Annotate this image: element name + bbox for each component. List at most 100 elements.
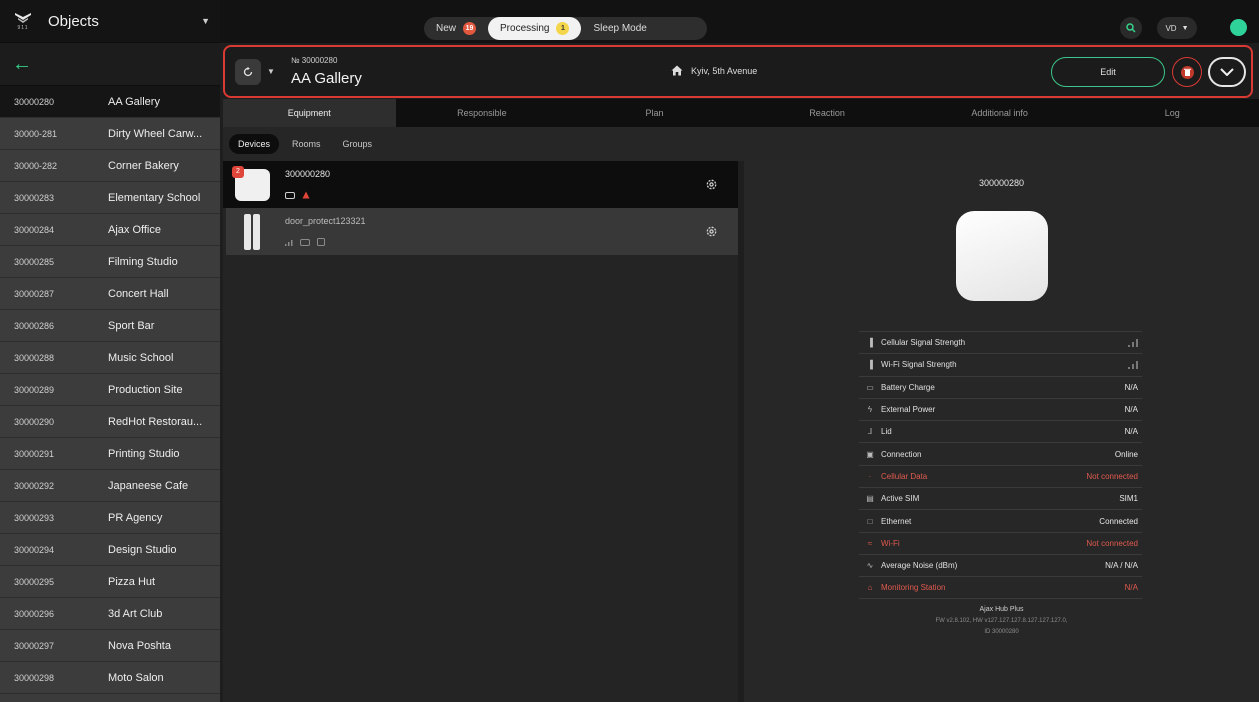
device-name: door_protect123321: [285, 216, 366, 226]
property-value: Not connected: [1086, 538, 1138, 548]
object-list-item[interactable]: 30000296 3d Art Club: [0, 598, 220, 630]
sleep-mode-tab[interactable]: Sleep Mode: [581, 17, 658, 40]
tab-additional-info[interactable]: Additional info: [913, 99, 1086, 127]
object-id: 30000298: [14, 672, 55, 683]
property-row: ▤ Active SIM SIM1: [859, 487, 1142, 509]
object-id: 30000287: [14, 288, 55, 299]
sidebar-title[interactable]: Objects: [48, 13, 201, 30]
object-name: AA Gallery: [108, 95, 160, 108]
object-name: 3d Art Club: [108, 607, 163, 620]
object-list-item[interactable]: 30000280 AA Gallery: [0, 86, 220, 118]
signal-icon: ▐: [867, 338, 873, 348]
object-id: 30000283: [14, 192, 55, 203]
object-id: 30000280: [14, 96, 55, 107]
object-list-item[interactable]: 30000-281 Dirty Wheel Carw...: [0, 118, 220, 150]
tab-equipment[interactable]: Equipment: [223, 99, 396, 127]
logo-icon: 911: [10, 8, 36, 34]
subtab-rooms[interactable]: Rooms: [283, 134, 330, 154]
refresh-button[interactable]: [235, 59, 261, 85]
property-label: Wi-Fi Signal Strength: [881, 360, 957, 370]
tab-reaction[interactable]: Reaction: [741, 99, 914, 127]
device-row-door-protect[interactable]: door_protect123321: [226, 208, 738, 255]
new-events-label: New: [436, 23, 457, 34]
object-id: 30000290: [14, 416, 55, 427]
property-row: ▐ Wi-Fi Signal Strength: [859, 353, 1142, 375]
new-events-tab[interactable]: New 19: [424, 17, 488, 40]
noise-icon: ∿: [866, 561, 874, 571]
object-id: 30000284: [14, 224, 55, 235]
subtab-groups[interactable]: Groups: [334, 134, 382, 154]
object-name: RedHot Restorau...: [108, 415, 203, 428]
processing-events-tab[interactable]: Processing 1: [488, 17, 582, 40]
tab-plan[interactable]: Plan: [568, 99, 741, 127]
tamper-icon: [317, 238, 325, 246]
device-count-badge: 2: [232, 166, 244, 178]
property-label: Active SIM: [881, 494, 920, 504]
property-row: · Cellular Data Not connected: [859, 464, 1142, 487]
object-list-item[interactable]: 30000286 Sport Bar: [0, 310, 220, 342]
device-name: 300000280: [285, 169, 331, 179]
property-label: External Power: [881, 405, 936, 415]
object-list-item[interactable]: 30000297 Nova Poshta: [0, 630, 220, 662]
battery-icon: [285, 191, 295, 199]
object-list-item[interactable]: 30000288 Music School: [0, 342, 220, 374]
subtab-devices[interactable]: Devices: [229, 134, 280, 154]
object-list-item[interactable]: 30000293 PR Agency: [0, 502, 220, 534]
connection-icon: ▣: [866, 449, 874, 459]
user-menu-button[interactable]: VD ▼: [1157, 17, 1197, 39]
device-detail-panel: 300000280 ▐ Cellular Signal Strength ▐ Wi-F…: [744, 161, 1259, 702]
object-list-item[interactable]: 30000292 Japaneese Cafe: [0, 470, 220, 502]
property-label: Lid: [881, 427, 892, 437]
object-list-item[interactable]: 30000283 Elementary School: [0, 182, 220, 214]
object-list-item[interactable]: 30000295 Pizza Hut: [0, 566, 220, 598]
back-button[interactable]: ←: [0, 43, 220, 86]
property-label: Average Noise (dBm): [881, 561, 958, 571]
wifi-signal-icon: ▐: [867, 360, 873, 370]
object-list-item[interactable]: 30000289 Production Site: [0, 374, 220, 406]
expand-button[interactable]: [1208, 57, 1246, 87]
logo-label: 911: [17, 24, 29, 31]
wifi-icon: ≈: [867, 538, 873, 548]
object-list-item[interactable]: 30000287 Concert Hall: [0, 278, 220, 310]
property-row: ϟ External Power N/A: [859, 397, 1142, 420]
search-icon: [1126, 23, 1136, 33]
object-list-item[interactable]: 30000285 Filming Studio: [0, 246, 220, 278]
object-name: Printing Studio: [108, 447, 180, 460]
object-name: Filming Studio: [108, 255, 178, 268]
object-id: 30000296: [14, 608, 55, 619]
tab-log[interactable]: Log: [1086, 99, 1259, 127]
property-value: N/A: [1124, 382, 1138, 392]
delete-button[interactable]: [1172, 57, 1202, 87]
battery-icon: [300, 238, 310, 246]
object-address-text: Kyiv, 5th Avenue: [691, 65, 758, 76]
power-icon: ϟ: [867, 405, 873, 415]
tab-responsible[interactable]: Responsible: [396, 99, 569, 127]
object-tabs: Equipment Responsible Plan Reaction Addition…: [223, 99, 1259, 127]
caret-down-icon[interactable]: ▼: [267, 67, 275, 76]
property-label: Monitoring Station: [881, 582, 946, 592]
object-list-item[interactable]: 30000298 Moto Salon: [0, 662, 220, 694]
search-button[interactable]: [1120, 17, 1142, 39]
cellular-data-icon: ·: [868, 471, 872, 481]
object-list-item[interactable]: 30000294 Design Studio: [0, 534, 220, 566]
gear-icon[interactable]: [705, 178, 718, 191]
object-list-item[interactable]: 30000291 Printing Studio: [0, 438, 220, 470]
property-row: ▐ Cellular Signal Strength: [859, 331, 1142, 353]
object-list-item[interactable]: 30000-282 Corner Bakery: [0, 150, 220, 182]
caret-down-icon: ▼: [1181, 24, 1189, 32]
gear-icon[interactable]: [705, 225, 718, 238]
trash-icon: [1180, 65, 1194, 79]
property-row: ⌂ Monitoring Station N/A: [859, 576, 1142, 599]
property-value: N/A: [1124, 405, 1138, 415]
device-row-hub[interactable]: 2 300000280: [223, 161, 738, 208]
caret-down-icon[interactable]: ▼: [201, 16, 210, 26]
alert-icon: [302, 191, 310, 199]
object-list-item[interactable]: 30000284 Ajax Office: [0, 214, 220, 246]
online-status-indicator: [1230, 19, 1247, 36]
edit-button[interactable]: Edit: [1051, 57, 1165, 87]
object-id: 30000294: [14, 544, 55, 555]
object-id: 30000293: [14, 512, 55, 523]
property-value: SIM1: [1119, 494, 1138, 504]
object-list-item[interactable]: 30000290 RedHot Restorau...: [0, 406, 220, 438]
object-name: Moto Salon: [108, 671, 164, 684]
